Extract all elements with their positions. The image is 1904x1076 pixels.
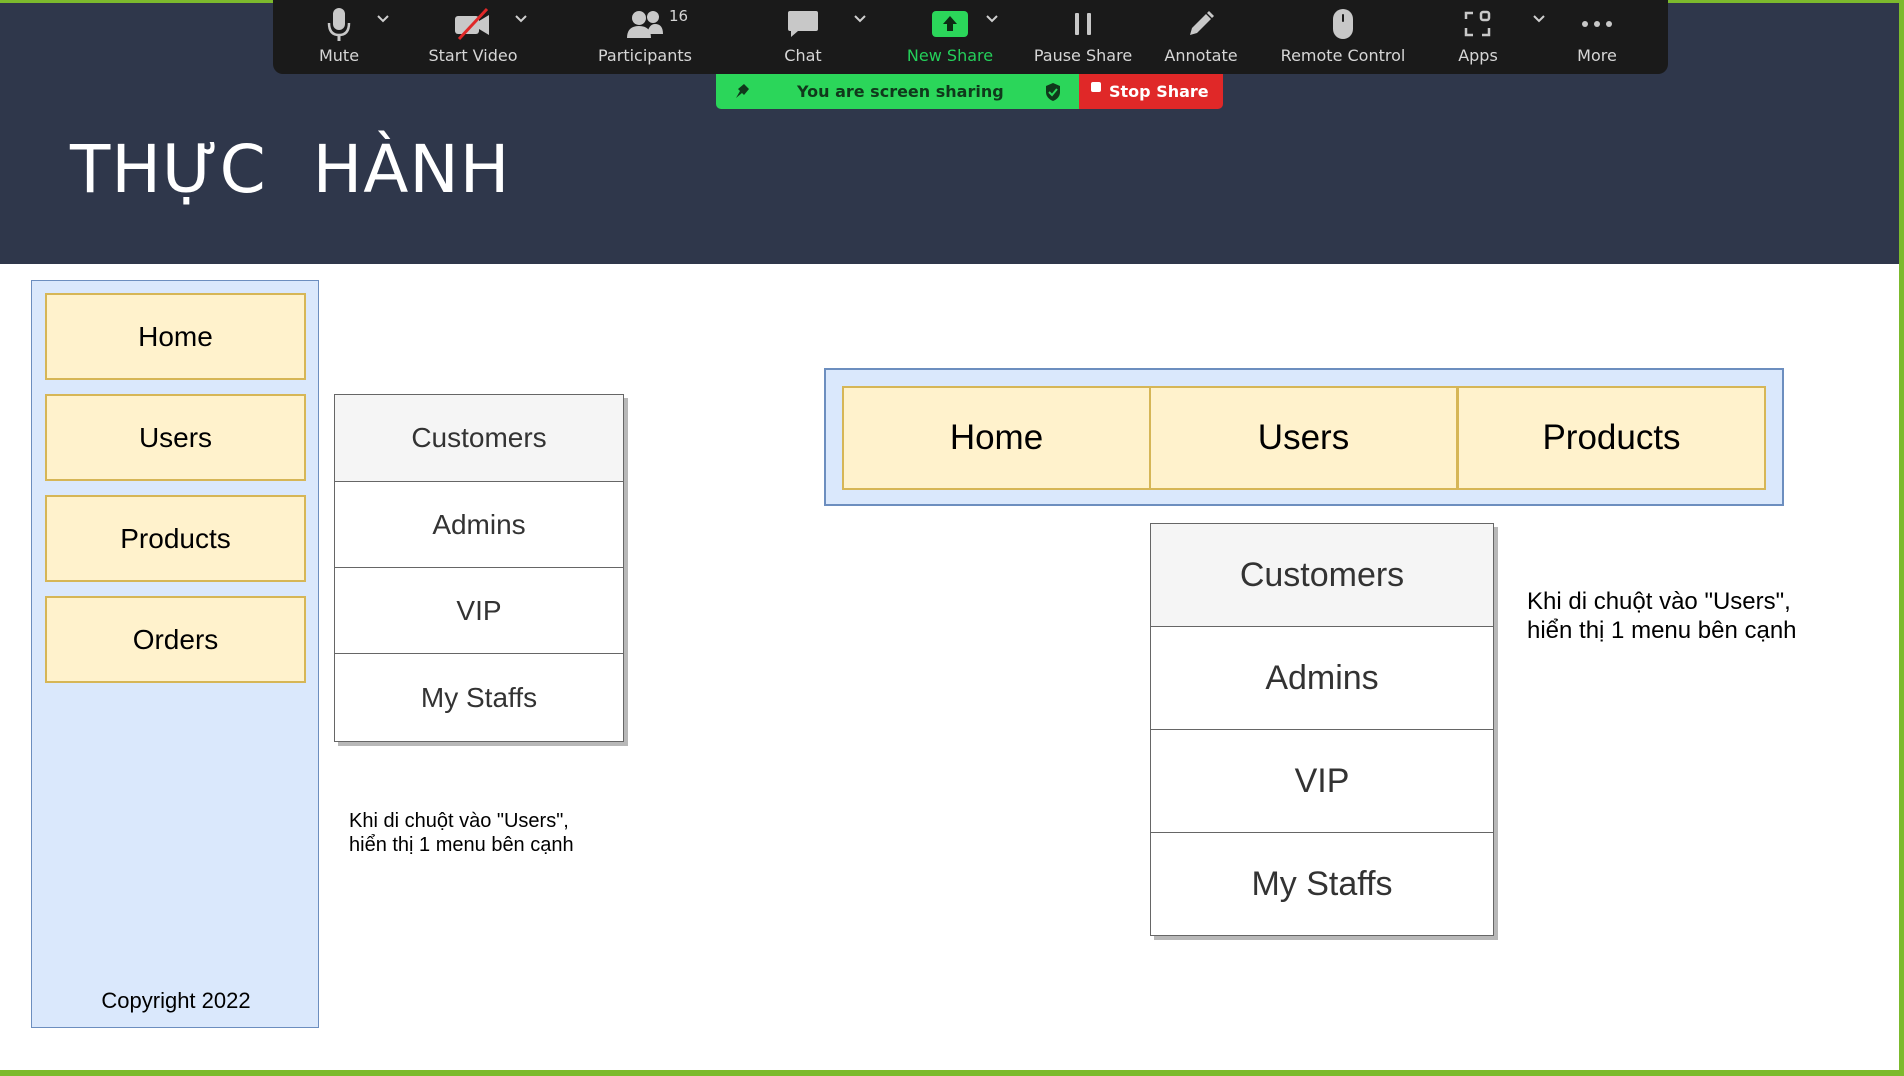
- sharing-status-area[interactable]: You are screen sharing: [716, 74, 1079, 109]
- sidebar-item-products: Products: [45, 495, 306, 582]
- new-share-label: New Share: [906, 46, 994, 65]
- chat-icon: [786, 0, 820, 48]
- mute-options-chevron-icon[interactable]: [377, 10, 389, 28]
- shield-check-icon: [1044, 82, 1062, 107]
- share-screen-icon: [930, 0, 970, 48]
- microphone-icon: [325, 0, 353, 48]
- note-line-2: hiển thị 1 menu bên cạnh: [349, 834, 574, 856]
- zoom-meeting-toolbar: Mute Start Video Participants 16 Chat Ne…: [273, 0, 1668, 74]
- submenu-left-note: Khi di chuột vào "Users", hiển thị 1 men…: [349, 809, 574, 857]
- annotate-label: Annotate: [1164, 46, 1238, 65]
- submenu-item-customers: Customers: [335, 395, 623, 481]
- participants-label: Participants: [598, 46, 692, 65]
- apps-label: Apps: [1458, 46, 1498, 65]
- sidebar-item-orders: Orders: [45, 596, 306, 683]
- submenu-item-admins: Admins: [335, 481, 623, 568]
- mouse-icon: [1330, 0, 1356, 48]
- apps-options-chevron-icon[interactable]: [1533, 10, 1545, 28]
- note-line-1: Khi di chuột vào "Users",: [1527, 588, 1791, 615]
- mute-label: Mute: [318, 46, 360, 65]
- sidebar-item-users: Users: [45, 394, 306, 481]
- submenu-left-mockup: Customers Admins VIP My Staffs: [334, 394, 624, 742]
- sidebar-mockup: Home Users Products Orders Copyright 202…: [31, 280, 319, 1028]
- pause-icon: [1068, 0, 1098, 48]
- topnav-item-products: Products: [1457, 386, 1766, 490]
- pencil-icon: [1185, 0, 1217, 48]
- pause-share-button[interactable]: Pause Share: [1021, 0, 1145, 74]
- slide-frame-bottom: [0, 1070, 1904, 1076]
- pause-share-label: Pause Share: [1033, 46, 1133, 65]
- sidebar-item-home: Home: [45, 293, 306, 380]
- sharing-status-text: You are screen sharing: [797, 82, 1004, 101]
- video-options-chevron-icon[interactable]: [515, 10, 527, 28]
- pin-icon: [732, 82, 752, 105]
- submenu-right-mockup: Customers Admins VIP My Staffs: [1150, 523, 1494, 936]
- remote-control-button[interactable]: Remote Control: [1263, 0, 1423, 74]
- chat-label: Chat: [784, 46, 822, 65]
- submenu-item-my-staffs: My Staffs: [1151, 832, 1493, 936]
- submenu-item-vip: VIP: [1151, 729, 1493, 833]
- annotate-button[interactable]: Annotate: [1151, 0, 1251, 74]
- topnav-mockup: Home Users Products: [824, 368, 1784, 506]
- mute-button[interactable]: Mute: [299, 0, 379, 74]
- note-line-2: hiển thị 1 menu bên cạnh: [1527, 616, 1797, 644]
- submenu-item-my-staffs: My Staffs: [335, 653, 623, 742]
- stop-share-button[interactable]: Stop Share: [1079, 74, 1223, 109]
- chat-options-chevron-icon[interactable]: [854, 10, 866, 28]
- participants-icon: [625, 0, 665, 48]
- topnav-item-users: Users: [1149, 386, 1458, 490]
- chat-button[interactable]: Chat: [763, 0, 843, 74]
- sidebar-copyright: Copyright 2022: [101, 988, 251, 1013]
- submenu-item-vip: VIP: [335, 567, 623, 654]
- remote-control-label: Remote Control: [1280, 46, 1406, 65]
- slide-title: THỰC HÀNH: [70, 131, 511, 208]
- more-button[interactable]: More: [1557, 0, 1637, 74]
- slide-frame-right: [1899, 0, 1904, 1076]
- submenu-right-note: Khi di chuột vào "Users", hiển thị 1 men…: [1527, 588, 1797, 646]
- apps-button[interactable]: Apps: [1438, 0, 1518, 74]
- more-label: More: [1577, 46, 1617, 65]
- topnav-item-home: Home: [842, 386, 1151, 490]
- submenu-item-customers: Customers: [1151, 524, 1493, 626]
- start-video-label: Start Video: [428, 46, 518, 65]
- stop-share-label: Stop Share: [1109, 82, 1209, 101]
- submenu-item-admins: Admins: [1151, 626, 1493, 730]
- screen-sharing-bar: You are screen sharing Stop Share: [716, 74, 1223, 109]
- apps-icon: [1462, 0, 1494, 48]
- share-options-chevron-icon[interactable]: [986, 10, 998, 28]
- video-off-icon: [453, 0, 493, 48]
- more-dots-icon: [1580, 0, 1614, 48]
- note-line-1: Khi di chuột vào "Users",: [349, 810, 569, 832]
- stop-square-icon: [1091, 82, 1101, 92]
- participant-count: 16: [669, 7, 689, 25]
